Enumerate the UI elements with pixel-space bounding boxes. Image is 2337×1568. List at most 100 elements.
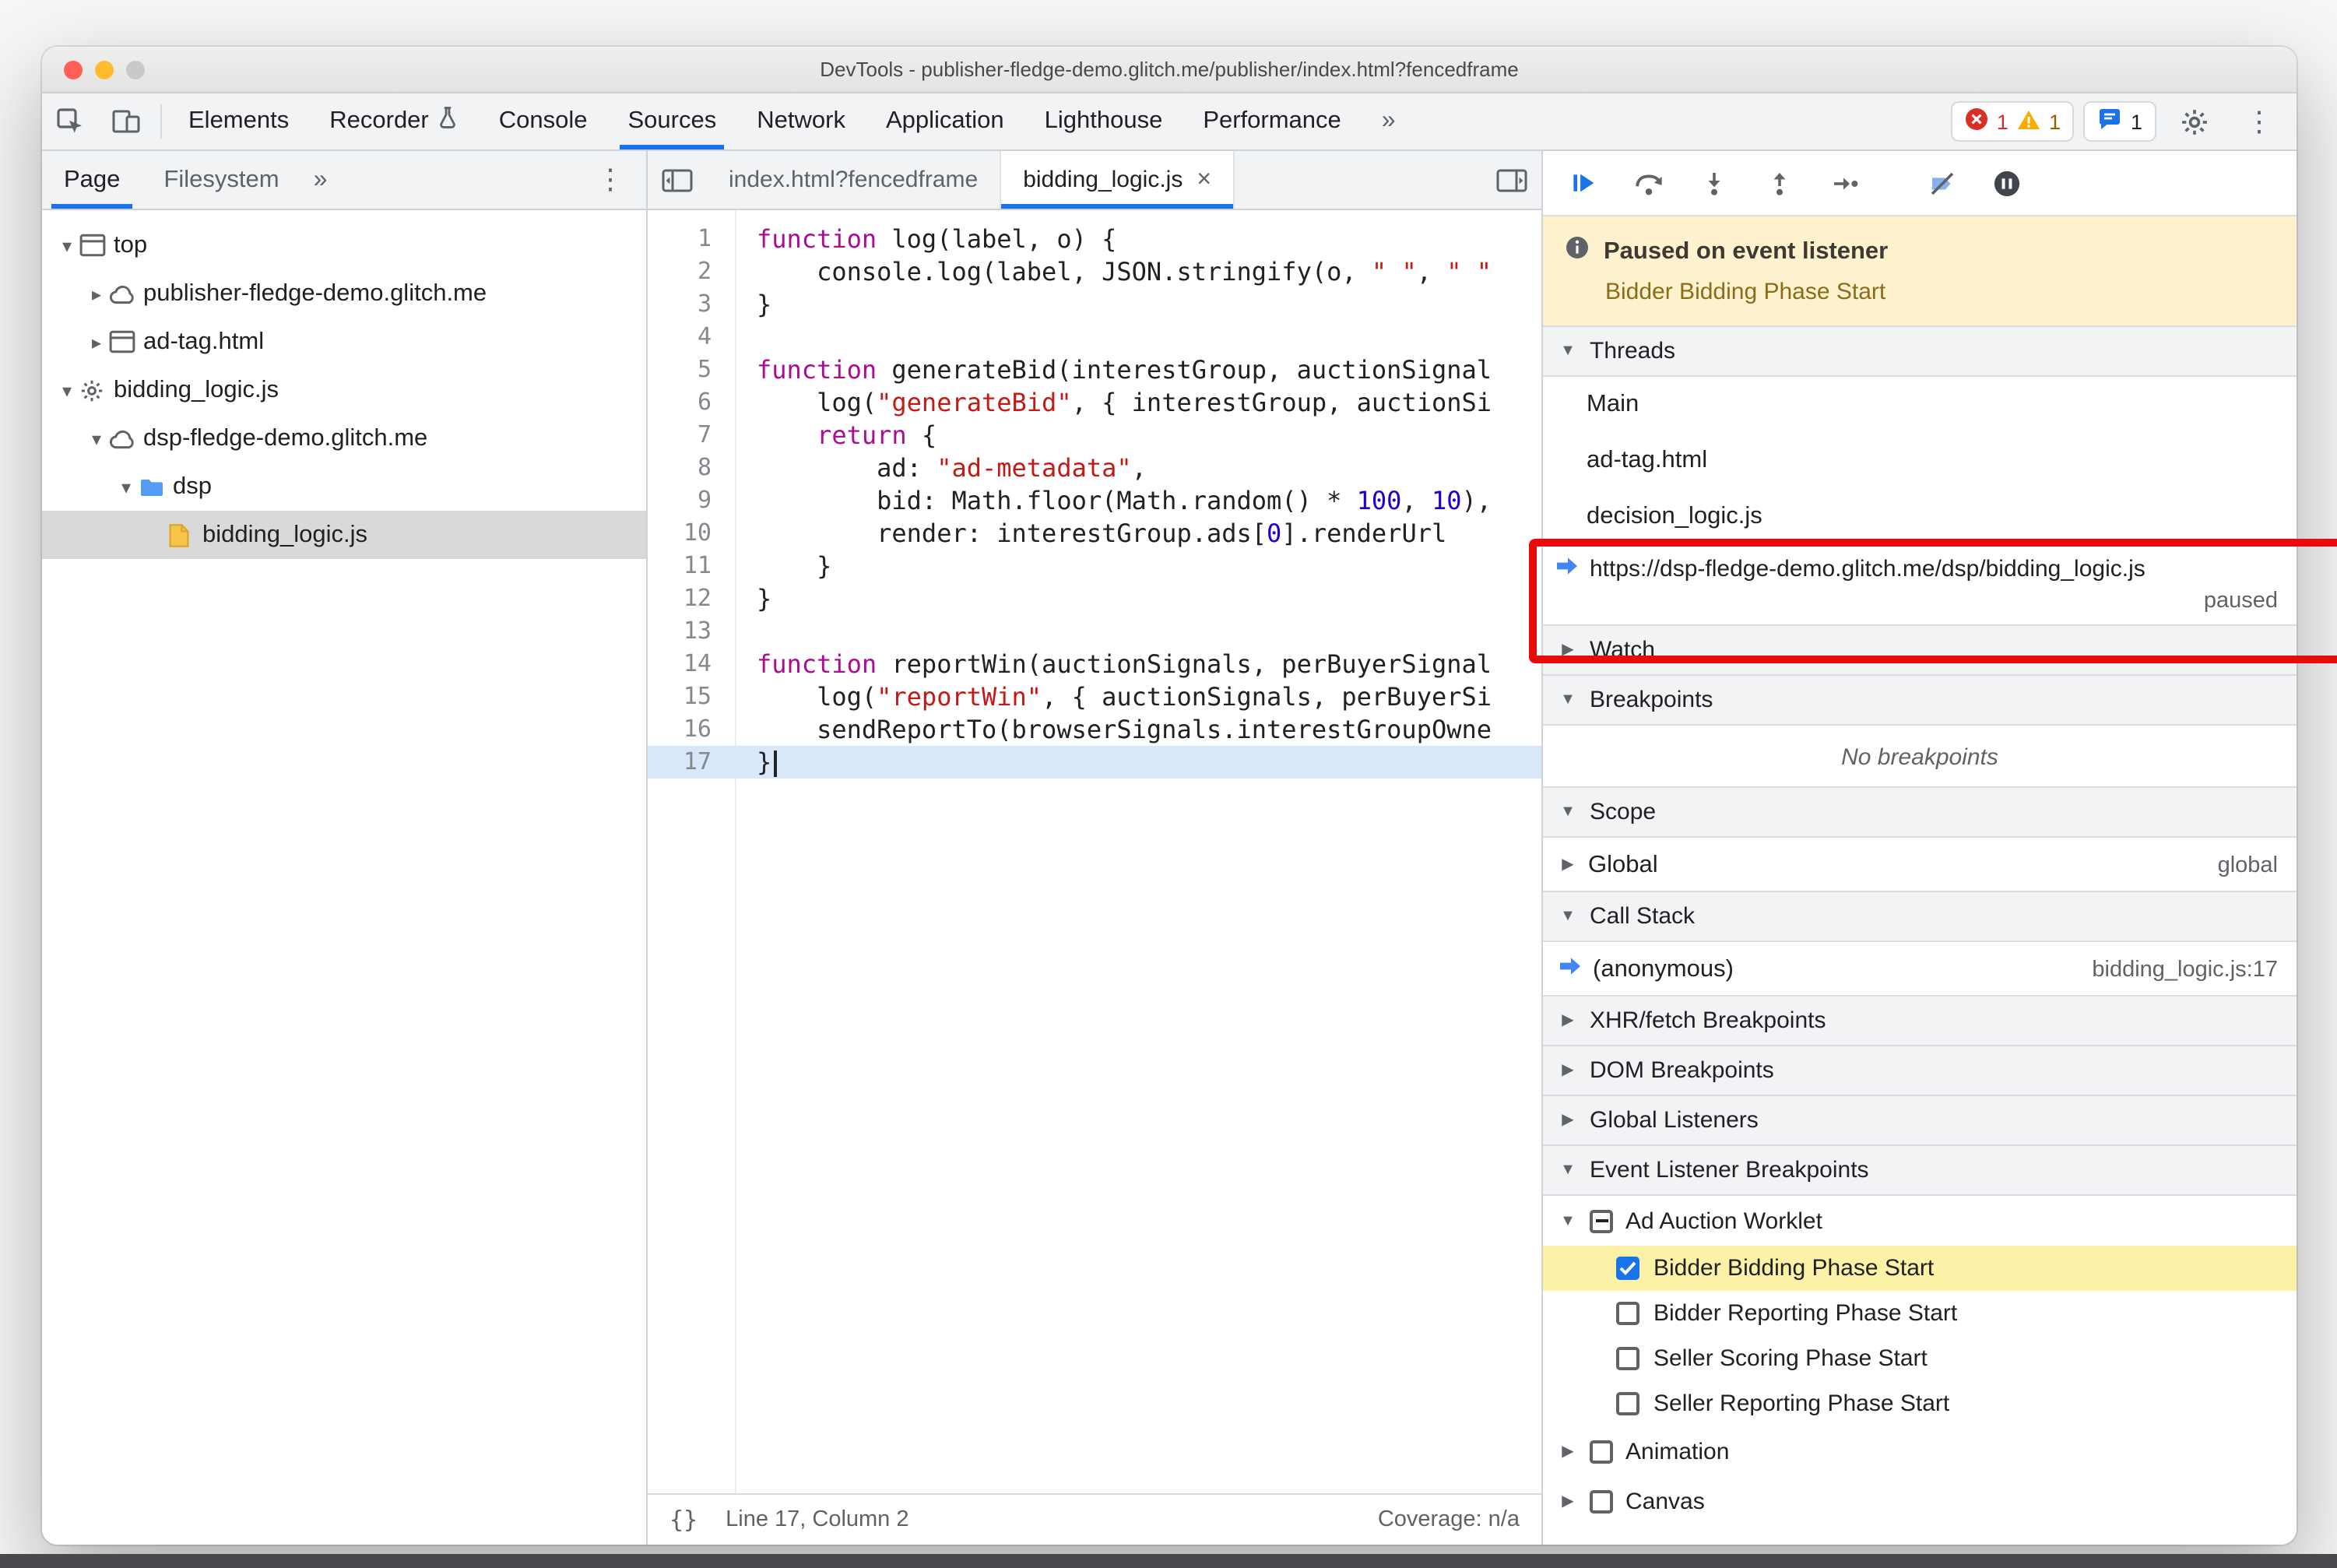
elb-group-canvas[interactable]: ▶ Canvas — [1543, 1476, 2297, 1526]
elb-item-seller-scoring-phase-start[interactable]: Seller Scoring Phase Start — [1543, 1336, 2297, 1381]
checkbox-unchecked[interactable] — [1590, 1489, 1613, 1513]
line-number[interactable]: 1 — [648, 223, 735, 255]
kebab-menu-icon[interactable]: ⋮ — [2231, 105, 2287, 138]
editor-tab-bidding-logic[interactable]: bidding_logic.js × — [1001, 151, 1235, 209]
tree-item-ad-tag-html[interactable]: ▸ ad-tag.html — [42, 318, 646, 366]
line-number[interactable]: 8 — [648, 452, 735, 484]
line-number[interactable]: 12 — [648, 582, 735, 615]
line-number[interactable]: 13 — [648, 615, 735, 648]
code-editor[interactable]: 1 function log(label, o) {2 console.log(l… — [648, 210, 1541, 1493]
settings-gear-icon[interactable] — [2166, 107, 2222, 136]
tab-sources[interactable]: Sources — [608, 93, 737, 149]
line-number[interactable]: 15 — [648, 680, 735, 713]
step-icon[interactable] — [1817, 158, 1873, 208]
expander-closed-icon[interactable]: ▸ — [84, 283, 109, 304]
tree-item-dsp[interactable]: ▾ dsp — [42, 462, 646, 511]
line-number[interactable]: 7 — [648, 419, 735, 452]
scope-section-header[interactable]: ▼ Scope — [1543, 786, 2297, 838]
elb-group-ad-auction-worklet[interactable]: ▼ Ad Auction Worklet — [1543, 1196, 2297, 1246]
thread-row-main[interactable]: Main — [1543, 377, 2297, 433]
pause-on-exceptions-icon[interactable] — [1979, 158, 2035, 208]
elb-group-animation[interactable]: ▶ Animation — [1543, 1426, 2297, 1476]
tab-console[interactable]: Console — [479, 93, 608, 149]
threads-section-header[interactable]: ▼ Threads — [1543, 325, 2297, 377]
tab-elements[interactable]: Elements — [168, 93, 309, 149]
tab-recorder[interactable]: Recorder — [309, 93, 479, 149]
tab-performance[interactable]: Performance — [1183, 93, 1361, 149]
tab-page[interactable]: Page — [42, 151, 142, 209]
inspect-element-icon[interactable] — [42, 93, 98, 149]
breakpoints-section-header[interactable]: ▼ Breakpoints — [1543, 674, 2297, 726]
sources-navigator: Page Filesystem » ⋮ ▾ top ▸ publisher-fledg… — [42, 151, 648, 1545]
line-number[interactable]: 6 — [648, 386, 735, 419]
elb-item-bidder-reporting-phase-start[interactable]: Bidder Reporting Phase Start — [1543, 1291, 2297, 1336]
triangle-down-icon[interactable]: ▼ — [1559, 1212, 1577, 1229]
expander-closed-icon[interactable]: ▸ — [84, 331, 109, 353]
thread-row-bidding-logic-paused[interactable]: https://dsp-fledge-demo.glitch.me/dsp/bi… — [1543, 545, 2297, 626]
checkbox-unchecked[interactable] — [1616, 1347, 1639, 1370]
checkbox-unchecked[interactable] — [1590, 1440, 1613, 1463]
line-number[interactable]: 16 — [648, 713, 735, 746]
tree-item-bidding-logic-js[interactable]: ▾ bidding_logic.js — [42, 366, 646, 414]
pretty-print-button[interactable]: {} — [669, 1506, 698, 1534]
more-navigator-tabs-icon[interactable]: » — [301, 151, 340, 209]
watch-section-header[interactable]: ▶ Watch — [1543, 624, 2297, 676]
navigator-kebab-menu-icon[interactable]: ⋮ — [575, 151, 646, 209]
zoom-window-icon[interactable] — [126, 60, 145, 79]
tab-application[interactable]: Application — [866, 93, 1024, 149]
checkbox-unchecked[interactable] — [1616, 1302, 1639, 1325]
line-number[interactable]: 17 — [648, 746, 735, 779]
event-listener-breakpoints-section-header[interactable]: ▼ Event Listener Breakpoints — [1543, 1144, 2297, 1196]
tree-item-publisher-fledge-demo-glitch-me[interactable]: ▸ publisher-fledge-demo.glitch.me — [42, 269, 646, 318]
resume-script-icon[interactable] — [1555, 158, 1611, 208]
checkbox-checked[interactable] — [1616, 1257, 1639, 1280]
step-over-icon[interactable] — [1621, 158, 1677, 208]
line-number[interactable]: 2 — [648, 255, 735, 288]
thread-row-ad-tag[interactable]: ad-tag.html — [1543, 433, 2297, 489]
close-icon[interactable]: × — [1197, 166, 1211, 194]
show-debugger-icon[interactable] — [1482, 151, 1541, 209]
hide-navigator-icon[interactable] — [648, 151, 707, 209]
triangle-right-icon[interactable]: ▶ — [1559, 856, 1577, 874]
line-number[interactable]: 3 — [648, 288, 735, 321]
tab-lighthouse[interactable]: Lighthouse — [1024, 93, 1183, 149]
deactivate-breakpoints-icon[interactable] — [1914, 158, 1970, 208]
line-number[interactable]: 5 — [648, 353, 735, 386]
step-out-icon[interactable] — [1752, 158, 1808, 208]
errors-warnings-button[interactable]: 1 1 — [1951, 101, 2075, 142]
checkbox-indeterminate[interactable] — [1590, 1209, 1613, 1232]
line-number[interactable]: 11 — [648, 550, 735, 582]
line-number[interactable]: 14 — [648, 648, 735, 680]
tab-network[interactable]: Network — [736, 93, 866, 149]
expander-open-icon[interactable]: ▾ — [54, 234, 79, 256]
call-stack-frame-row[interactable]: (anonymous) bidding_logic.js:17 — [1543, 942, 2297, 997]
line-number[interactable]: 4 — [648, 321, 735, 353]
elb-item-seller-reporting-phase-start[interactable]: Seller Reporting Phase Start — [1543, 1381, 2297, 1426]
dom-breakpoints-section-header[interactable]: ▶ DOM Breakpoints — [1543, 1045, 2297, 1096]
checkbox-unchecked[interactable] — [1616, 1392, 1639, 1415]
device-toolbar-icon[interactable] — [98, 93, 154, 149]
close-window-icon[interactable] — [64, 60, 83, 79]
tree-item-bidding-logic-js[interactable]: bidding_logic.js — [42, 511, 646, 559]
minimize-window-icon[interactable] — [95, 60, 114, 79]
expander-open-icon[interactable]: ▾ — [84, 427, 109, 449]
step-into-icon[interactable] — [1686, 158, 1742, 208]
triangle-right-icon[interactable]: ▶ — [1559, 1492, 1577, 1510]
tree-item-dsp-fledge-demo-glitch-me[interactable]: ▾ dsp-fledge-demo.glitch.me — [42, 414, 646, 462]
line-number[interactable]: 10 — [648, 517, 735, 550]
scope-global-row[interactable]: ▶ Global global — [1543, 838, 2297, 892]
triangle-right-icon[interactable]: ▶ — [1559, 1443, 1577, 1460]
thread-row-decision-logic[interactable]: decision_logic.js — [1543, 489, 2297, 545]
expander-open-icon[interactable]: ▾ — [114, 476, 139, 497]
more-panels-icon[interactable]: » — [1362, 93, 1416, 149]
tab-filesystem[interactable]: Filesystem — [142, 151, 300, 209]
global-listeners-section-header[interactable]: ▶ Global Listeners — [1543, 1095, 2297, 1146]
editor-tab-index-html[interactable]: index.html?fencedframe — [707, 151, 1002, 209]
call-stack-section-header[interactable]: ▼ Call Stack — [1543, 891, 2297, 942]
tree-item-top[interactable]: ▾ top — [42, 221, 646, 269]
line-number[interactable]: 9 — [648, 484, 735, 517]
xhr-breakpoints-section-header[interactable]: ▶ XHR/fetch Breakpoints — [1543, 995, 2297, 1046]
issues-button[interactable]: 1 — [2083, 101, 2156, 142]
elb-item-bidder-bidding-phase-start[interactable]: Bidder Bidding Phase Start — [1543, 1246, 2297, 1291]
expander-open-icon[interactable]: ▾ — [54, 379, 79, 401]
